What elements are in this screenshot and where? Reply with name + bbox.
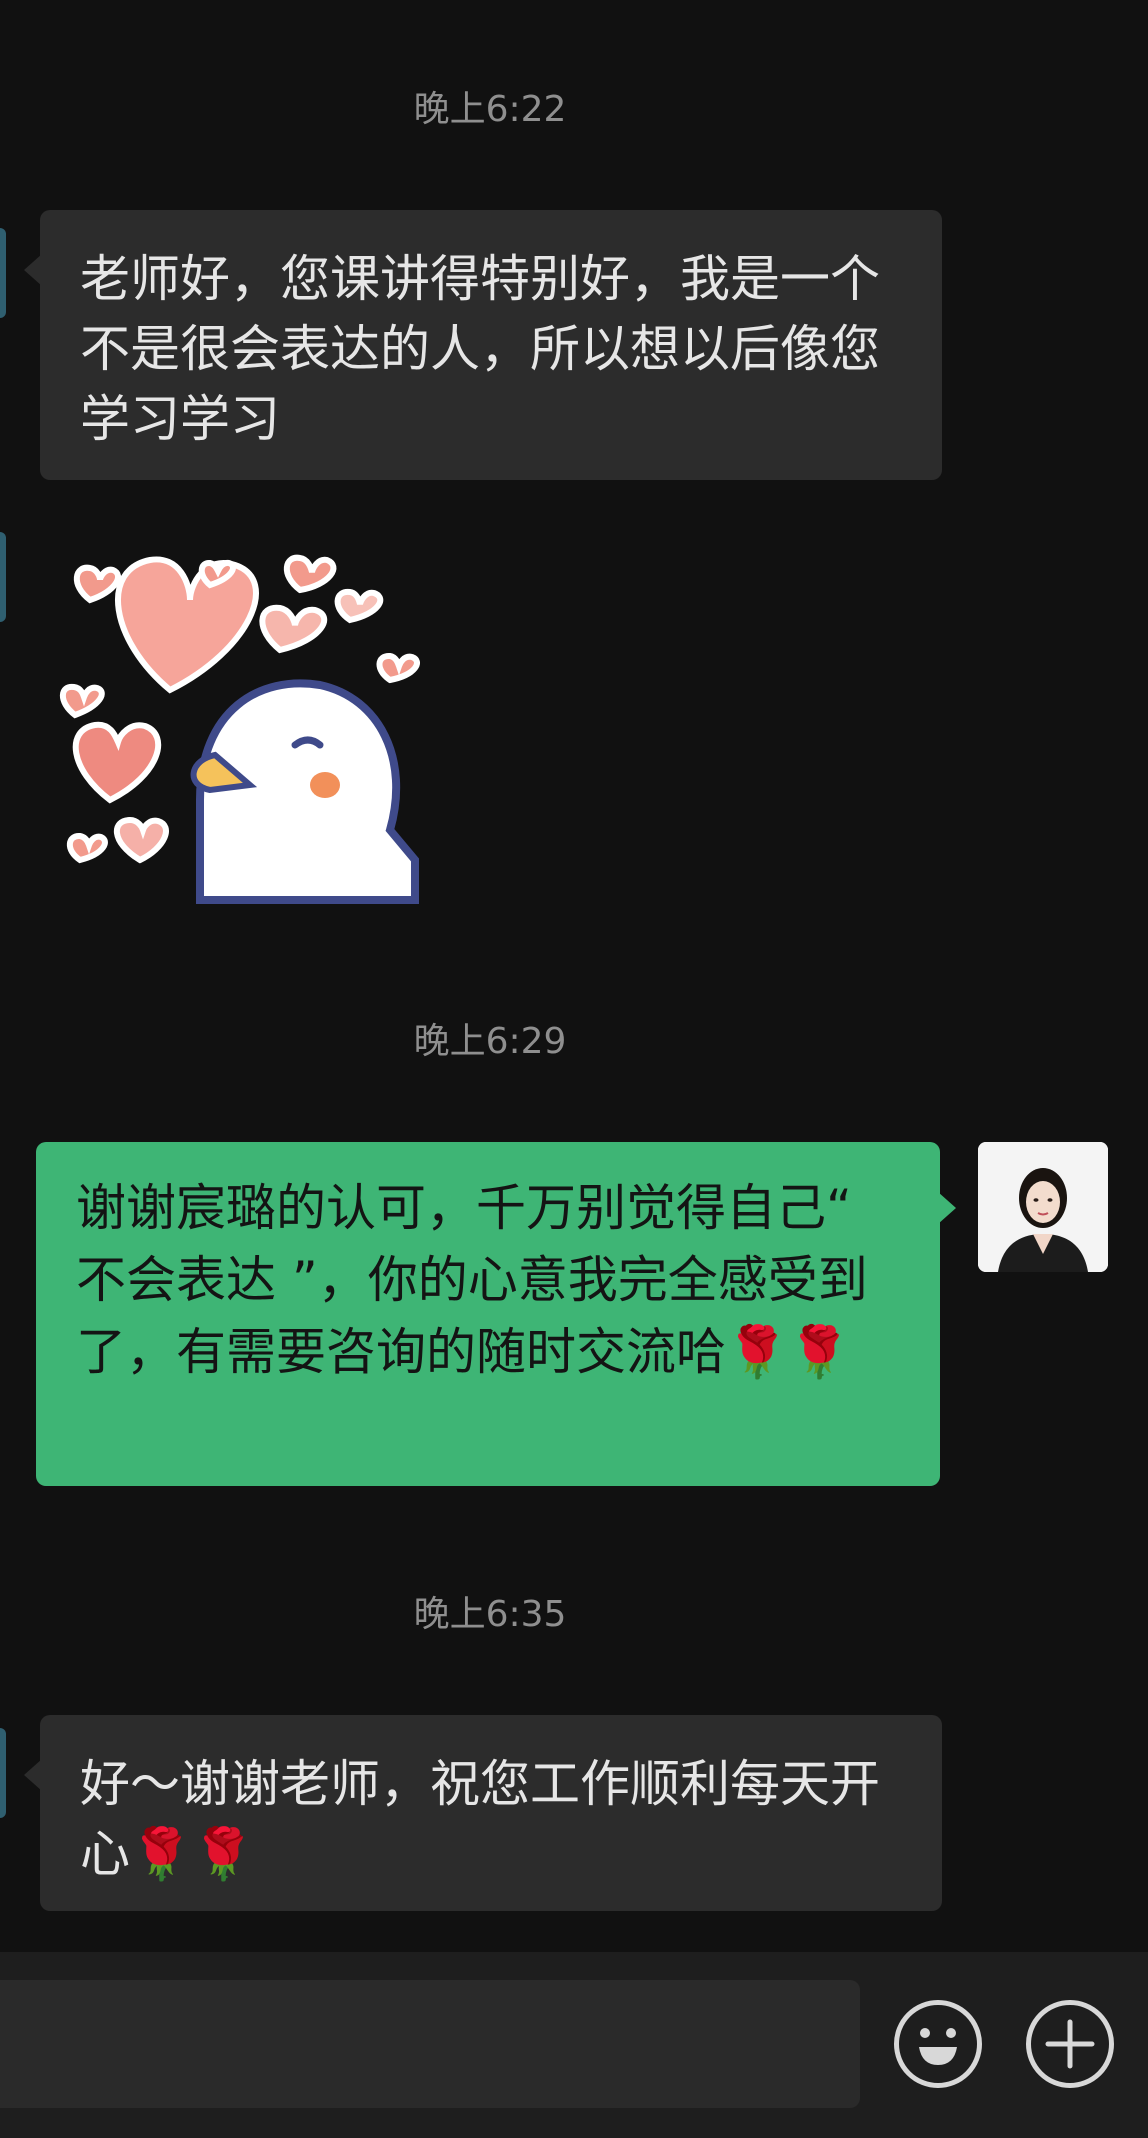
message-text: 好～谢谢老师，祝您工作顺利每天开心🌹🌹	[80, 1755, 880, 1883]
incoming-message-bubble[interactable]: 好～谢谢老师，祝您工作顺利每天开心🌹🌹	[24, 1715, 942, 1911]
outgoing-message-bubble[interactable]: 谢谢宸璐的认可，千万别觉得自己“ 不会表达 ”，你的心意我完全感受到了，有需要咨…	[36, 1142, 956, 1486]
timestamp: 晚上6:22	[413, 89, 567, 130]
more-button[interactable]	[1026, 2000, 1114, 2088]
emoji-button[interactable]	[894, 2000, 982, 2088]
message-text: 老师好，您课讲得特别好，我是一个不是很会表达的人，所以想以后像您学习学习	[80, 250, 880, 448]
sender-avatar[interactable]	[0, 1728, 6, 1818]
input-bar	[0, 1952, 1148, 2138]
message-text: 谢谢宸璐的认可，千万别觉得自己“ 不会表达 ”，你的心意我完全感受到了，有需要咨…	[76, 1179, 868, 1381]
timestamp: 晚上6:35	[413, 1594, 567, 1635]
my-avatar[interactable]	[978, 1142, 1108, 1272]
smiley-icon	[919, 2028, 957, 2065]
plus-circle-icon	[1045, 2019, 1095, 2069]
sender-avatar[interactable]	[0, 532, 6, 622]
duck-hearts-sticker[interactable]	[50, 530, 430, 910]
incoming-message-bubble[interactable]: 老师好，您课讲得特别好，我是一个不是很会表达的人，所以想以后像您学习学习	[24, 210, 942, 480]
duck-hearts-icon	[59, 554, 420, 904]
message-input[interactable]	[0, 1980, 860, 2108]
sender-avatar[interactable]	[0, 228, 6, 318]
profile-photo-icon	[978, 1142, 1108, 1272]
timestamp: 晚上6:29	[413, 1021, 567, 1062]
